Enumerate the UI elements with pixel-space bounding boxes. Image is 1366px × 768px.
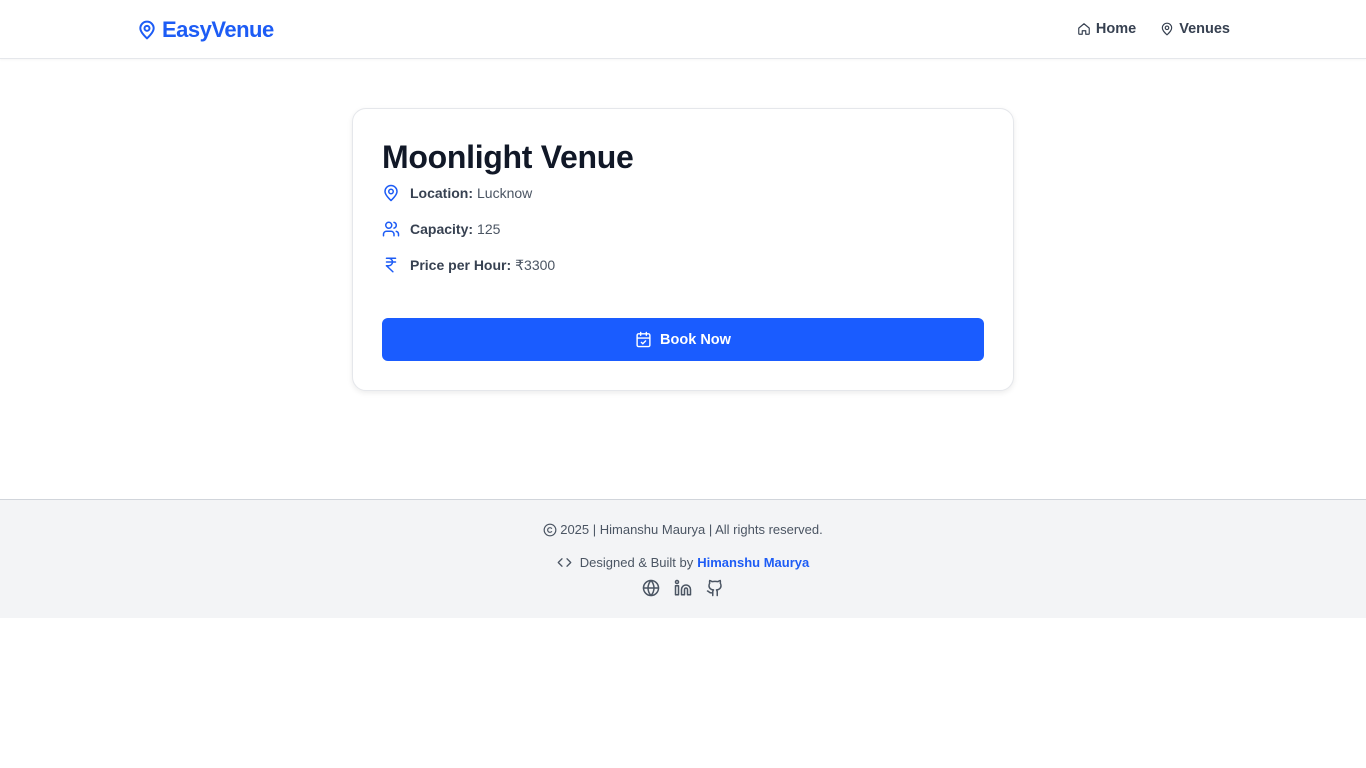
venue-capacity: Capacity: 125: [382, 218, 500, 240]
nav-item-venues[interactable]: Venues: [1160, 21, 1230, 37]
credit-line: Designed & Built by Himanshu Maurya: [0, 555, 1366, 570]
detail-value: 125: [477, 221, 501, 237]
nav-links: Home Venues: [1077, 18, 1230, 40]
brand-logo-link[interactable]: EasyVenue: [137, 16, 274, 44]
map-pin-icon: [139, 20, 155, 40]
detail-value: ₹3300: [515, 256, 556, 273]
github-icon[interactable]: [706, 579, 724, 597]
rupee-icon: [382, 256, 400, 274]
venue-location: Location: Lucknow: [382, 182, 532, 204]
venue-card: Moonlight Venue Location: Lucknow Capaci…: [352, 108, 1014, 391]
detail-label: Capacity:: [410, 221, 474, 237]
brand-name: EasyVenue: [162, 17, 274, 42]
detail-value: Lucknow: [477, 185, 533, 201]
linkedin-icon[interactable]: [674, 579, 692, 597]
map-pin-icon: [382, 184, 400, 202]
copyright: 2025 | Himanshu Maurya | All rights rese…: [0, 522, 1366, 537]
globe-icon[interactable]: [642, 579, 660, 597]
social-links: [0, 579, 1366, 597]
credit-prefix: Designed & Built by: [579, 555, 694, 570]
users-icon: [382, 220, 400, 238]
map-pin-icon: [1161, 22, 1173, 36]
credit-author-link[interactable]: Himanshu Maurya: [697, 555, 809, 570]
home-icon: [1078, 23, 1090, 35]
copyright-text: 2025 | Himanshu Maurya | All rights rese…: [560, 522, 823, 537]
copyright-icon: [543, 523, 557, 536]
footer: 2025 | Himanshu Maurya | All rights rese…: [0, 499, 1366, 618]
code-icon: [557, 558, 572, 567]
detail-label: Price per Hour:: [410, 257, 512, 273]
venue-title: Moonlight Venue: [382, 139, 634, 175]
book-now-label: Book Now: [660, 331, 731, 348]
venue-price: Price per Hour: ₹3300: [382, 254, 555, 276]
book-now-button[interactable]: Book Now: [382, 318, 984, 361]
nav-item-home[interactable]: Home: [1077, 21, 1136, 37]
calendar-check-icon: [636, 331, 651, 348]
nav-item-label: Venues: [1179, 21, 1230, 37]
detail-label: Location:: [410, 185, 473, 201]
nav-item-label: Home: [1095, 21, 1137, 37]
navbar: EasyVenue Home Venues: [0, 0, 1366, 59]
